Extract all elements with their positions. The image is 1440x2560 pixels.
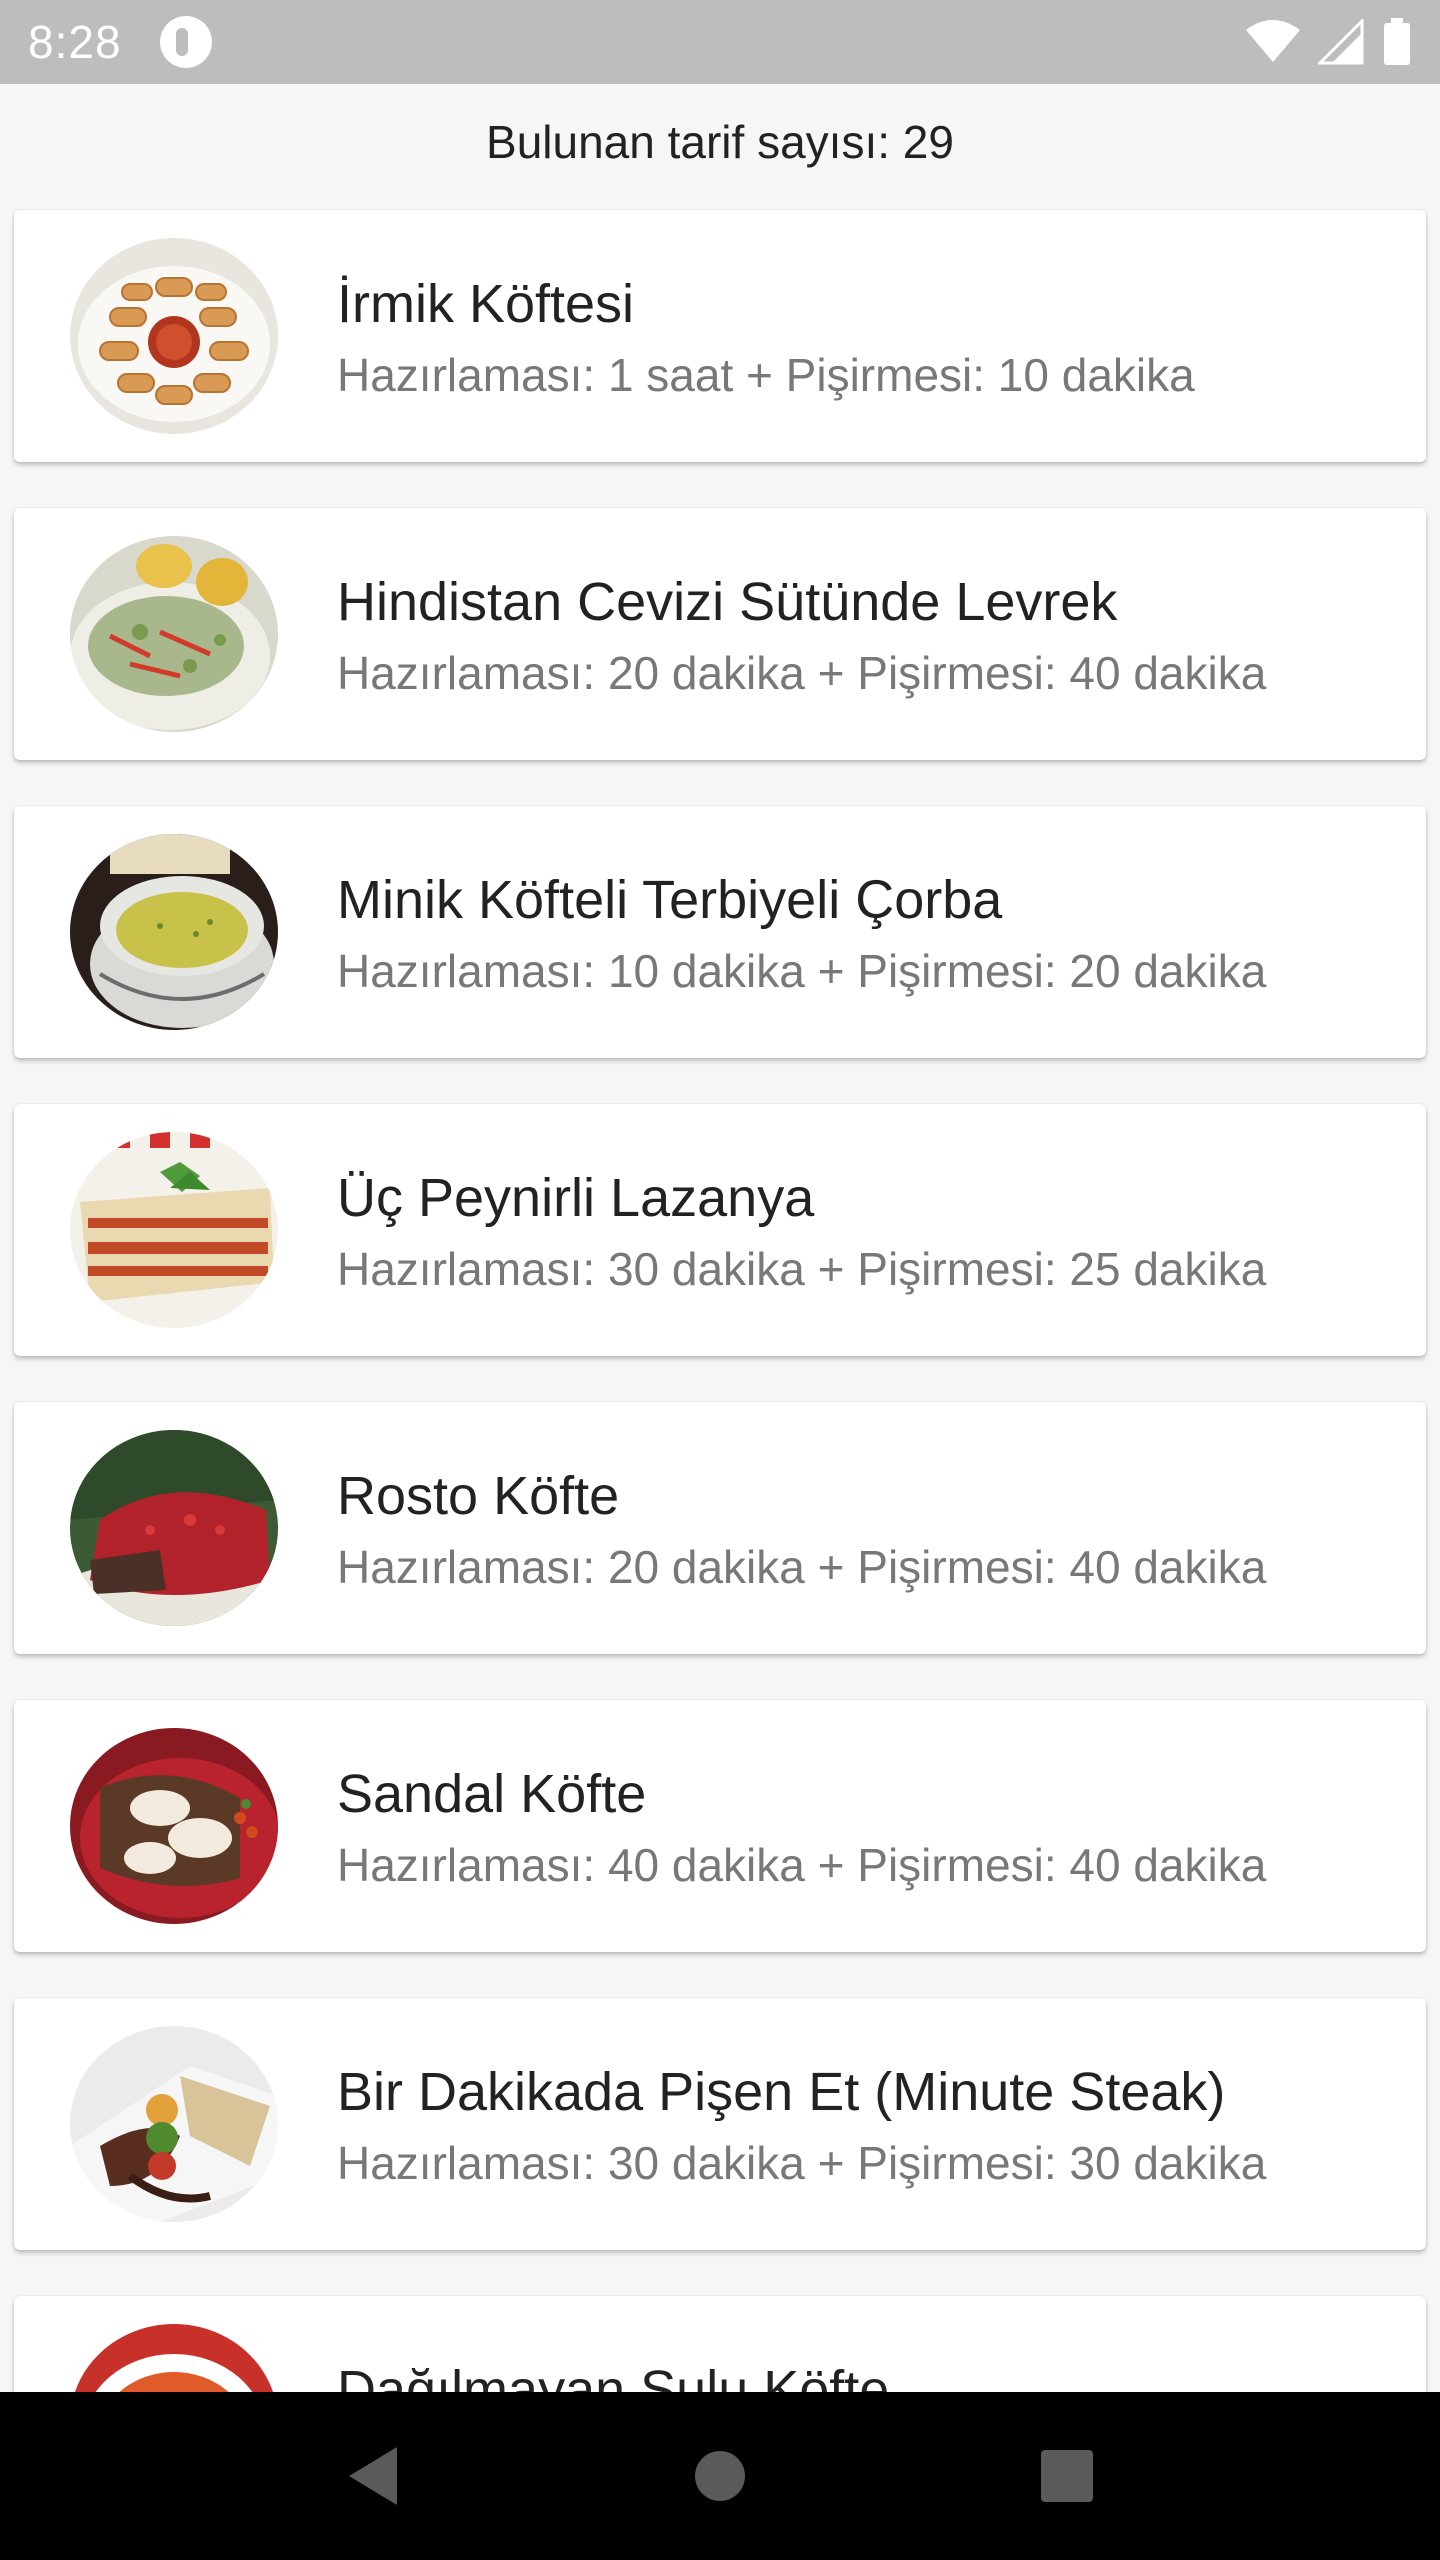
signal-icon [1318,19,1364,65]
recipe-title: İrmik Köftesi [337,274,635,334]
recipe-time: Hazırlaması: 40 dakika + Pişirmesi: 40 d… [337,1839,1267,1891]
recipe-thumbnail [70,536,278,732]
recipe-title: Sandal Köfte [337,1764,647,1824]
recipe-time: Hazırlaması: 20 dakika + Pişirmesi: 40 d… [337,1541,1267,1593]
recipe-title: Minik Köfteli Terbiyeli Çorba [337,870,1003,930]
recipe-thumbnail [70,834,278,1030]
recipe-list[interactable]: İrmik Köftesi Hazırlaması: 1 saat + Pişi… [0,0,1440,2392]
recipe-title: Hindistan Cevizi Sütünde Levrek [337,572,1118,632]
recipe-time: Hazırlaması: 30 dakika + Pişirmesi: 25 d… [337,1243,1267,1295]
recipe-title: Rosto Köfte [337,1466,620,1526]
status-bar: 8:28 [0,0,1440,84]
recipe-title: Dağılmayan Sulu Köfte [337,2360,890,2392]
app-notification-icon [159,16,212,68]
status-time: 8:28 [28,16,122,68]
home-icon [694,2451,745,2501]
recipe-card[interactable]: Sandal Köfte Hazırlaması: 40 dakika + Pi… [14,1700,1426,1952]
recipe-thumbnail [70,1132,278,1328]
recipe-card[interactable]: Minik Köfteli Terbiyeli Çorba Hazırlamas… [14,806,1426,1058]
back-button[interactable] [313,2416,433,2536]
recipe-card[interactable]: Dağılmayan Sulu Köfte [14,2296,1426,2392]
recipe-card[interactable]: Üç Peynirli Lazanya Hazırlaması: 30 daki… [14,1104,1426,1356]
navigation-bar [0,2392,1440,2560]
recipe-title: Bir Dakikada Pişen Et (Minute Steak) [337,2062,1226,2122]
recipe-thumbnail [70,238,278,434]
recipe-thumbnail [70,2324,278,2392]
recipe-time: Hazırlaması: 30 dakika + Pişirmesi: 30 d… [337,2137,1267,2189]
wifi-icon [1246,20,1300,62]
home-button[interactable] [660,2416,780,2536]
recents-icon [1040,2450,1093,2502]
recipe-thumbnail [70,2026,278,2222]
recents-button[interactable] [1007,2416,1127,2536]
battery-icon [1384,18,1410,65]
recipe-thumbnail [70,1430,278,1626]
recipe-card[interactable]: Hindistan Cevizi Sütünde Levrek Hazırlam… [14,508,1426,760]
recipe-card[interactable]: İrmik Köftesi Hazırlaması: 1 saat + Pişi… [14,210,1426,462]
recipe-card[interactable]: Rosto Köfte Hazırlaması: 20 dakika + Piş… [14,1402,1426,1654]
recipe-time: Hazırlaması: 20 dakika + Pişirmesi: 40 d… [337,647,1267,699]
back-icon [349,2447,398,2505]
recipe-card[interactable]: Bir Dakikada Pişen Et (Minute Steak) Haz… [14,1998,1426,2250]
recipe-time: Hazırlaması: 1 saat + Pişirmesi: 10 daki… [337,349,1195,401]
result-count: Bulunan tarif sayısı: 29 [486,116,954,168]
recipe-title: Üç Peynirli Lazanya [337,1168,815,1228]
recipe-thumbnail [70,1728,278,1924]
recipe-time: Hazırlaması: 10 dakika + Pişirmesi: 20 d… [337,945,1267,997]
